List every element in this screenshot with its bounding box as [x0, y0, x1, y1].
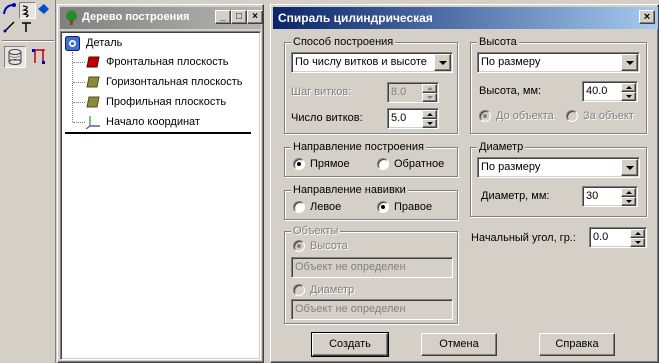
diameter-spinner[interactable]: 30	[582, 186, 638, 207]
chevron-down-icon[interactable]	[621, 159, 638, 176]
direction-reverse-label: Обратное	[394, 158, 445, 170]
surface-icon[interactable]	[36, 2, 53, 19]
build-direction-label: Направление построения	[291, 140, 426, 154]
diameter-mode-select[interactable]: По размеру	[477, 157, 640, 178]
build-tree-panel: Дерево построения _ □ × Деталь Фронтальн…	[57, 4, 264, 363]
diameter-mode-value: По размеру	[481, 161, 541, 173]
height-value: 40.0	[586, 85, 608, 97]
height-group: Высота По размеру Высота, мм: 40.0 До об…	[470, 35, 647, 134]
turn-count-label: Число витков:	[291, 112, 363, 124]
diameter-label: Диаметр	[477, 140, 526, 154]
past-object-label: За объект	[583, 110, 634, 122]
diameter-group: Диаметр По размеру Диаметр, мм: 30	[470, 140, 647, 217]
to-object-label: До объекта	[496, 110, 554, 122]
turn-count-spinner[interactable]: 5.0	[387, 108, 439, 129]
tree-icon	[66, 10, 77, 25]
dialog-close-button[interactable]: ×	[639, 10, 655, 24]
minimize-button[interactable]: _	[215, 10, 231, 24]
height-spinner[interactable]: 40.0	[582, 81, 638, 102]
start-angle-label: Начальный угол, гр.:	[471, 232, 576, 244]
plane-icon	[86, 76, 100, 88]
height-object-value: Объект не определен	[295, 261, 406, 273]
start-angle-spinner[interactable]: 0.0	[589, 227, 647, 248]
construction-method-label: Способ построения	[291, 35, 396, 49]
frame-icon[interactable]	[29, 46, 51, 68]
help-button[interactable]: Справка	[539, 333, 615, 356]
build-direction-group: Направление построения Прямое Обратное	[284, 140, 458, 177]
dialog-title-bar: Спираль цилиндрическая ×	[273, 7, 658, 29]
plane-icon	[86, 56, 100, 68]
spin-down-icon	[422, 93, 437, 102]
spin-up-icon[interactable]	[422, 110, 437, 119]
construction-method-group: Способ построения По числу витков и высо…	[284, 35, 458, 134]
spin-down-icon[interactable]	[621, 197, 636, 206]
turn-step-spinner: 8.0	[387, 82, 439, 103]
winding-direction-group: Направление навивки Левое Правое	[284, 183, 458, 220]
cylinder-icon[interactable]	[4, 46, 26, 68]
spiral-icon[interactable]	[19, 2, 36, 19]
plane-icon	[86, 96, 100, 108]
turn-step-label: Шаг витков:	[291, 86, 352, 98]
turn-step-value: 8.0	[391, 86, 407, 98]
tree-item-label: Фронтальная плоскость	[106, 56, 229, 68]
height-label: Высота	[477, 35, 519, 49]
part-icon	[65, 36, 80, 51]
turn-count-value: 5.0	[391, 112, 407, 124]
winding-right-label: Правое	[394, 201, 433, 213]
height-mode-value: По размеру	[481, 56, 541, 68]
spin-down-icon[interactable]	[422, 119, 437, 128]
close-button[interactable]: ×	[247, 10, 263, 24]
spin-up-icon	[422, 84, 437, 93]
height-object-field: Объект не определен	[291, 257, 453, 278]
spin-down-icon[interactable]	[630, 238, 645, 247]
height-value-label: Высота, мм:	[479, 85, 542, 97]
object-diameter-label: Диаметр	[310, 284, 355, 296]
diameter-object-field: Объект не определен	[291, 299, 453, 320]
left-toolbar	[0, 0, 56, 363]
tree-root-label: Деталь	[86, 37, 123, 49]
spin-up-icon[interactable]	[621, 83, 636, 92]
chevron-down-icon[interactable]	[434, 54, 451, 71]
tree-title: Дерево построения	[82, 11, 190, 23]
tree-item-label: Горизонтальная плоскость	[106, 76, 243, 88]
cylindrical-spiral-dialog: Спираль цилиндрическая × Способ построен…	[270, 4, 659, 363]
curve-icon[interactable]	[2, 2, 19, 19]
construction-method-select[interactable]: По числу витков и высоте	[291, 52, 453, 73]
line-icon[interactable]	[2, 19, 19, 36]
sketch-icon[interactable]	[19, 19, 36, 36]
tree-title-bar: Дерево построения _ □ ×	[60, 7, 263, 29]
tree-view[interactable]: Деталь Фронтальная плоскость Горизонталь…	[60, 31, 261, 360]
construction-method-value: По числу витков и высоте	[295, 56, 427, 68]
diameter-object-value: Объект не определен	[295, 303, 406, 315]
direction-forward-label: Прямое	[310, 158, 350, 170]
tree-item-label: Профильная плоскость	[106, 96, 227, 108]
objects-group: Объекты Высота Объект не определен Диаме…	[284, 224, 458, 324]
diameter-value-label: Диаметр, мм:	[481, 190, 550, 202]
tree-item-label: Начало координат	[106, 116, 200, 128]
toolbar-divider	[2, 40, 54, 41]
dialog-title: Спираль цилиндрическая	[278, 11, 433, 25]
objects-label: Объекты	[291, 224, 341, 238]
create-button[interactable]: Создать	[311, 332, 389, 357]
spin-up-icon[interactable]	[630, 229, 645, 238]
chevron-down-icon[interactable]	[621, 54, 638, 71]
axes-icon	[86, 116, 100, 129]
spin-up-icon[interactable]	[621, 188, 636, 197]
spin-down-icon[interactable]	[621, 92, 636, 101]
winding-direction-label: Направление навивки	[291, 183, 408, 197]
cancel-button[interactable]: Отмена	[421, 333, 497, 356]
tree-end-marker	[65, 132, 251, 134]
object-height-label: Высота	[310, 240, 348, 252]
diameter-value: 30	[586, 190, 599, 202]
winding-left-label: Левое	[310, 201, 342, 213]
height-mode-select[interactable]: По размеру	[477, 52, 640, 73]
maximize-button[interactable]: □	[231, 10, 247, 24]
start-angle-value: 0.0	[593, 231, 609, 243]
